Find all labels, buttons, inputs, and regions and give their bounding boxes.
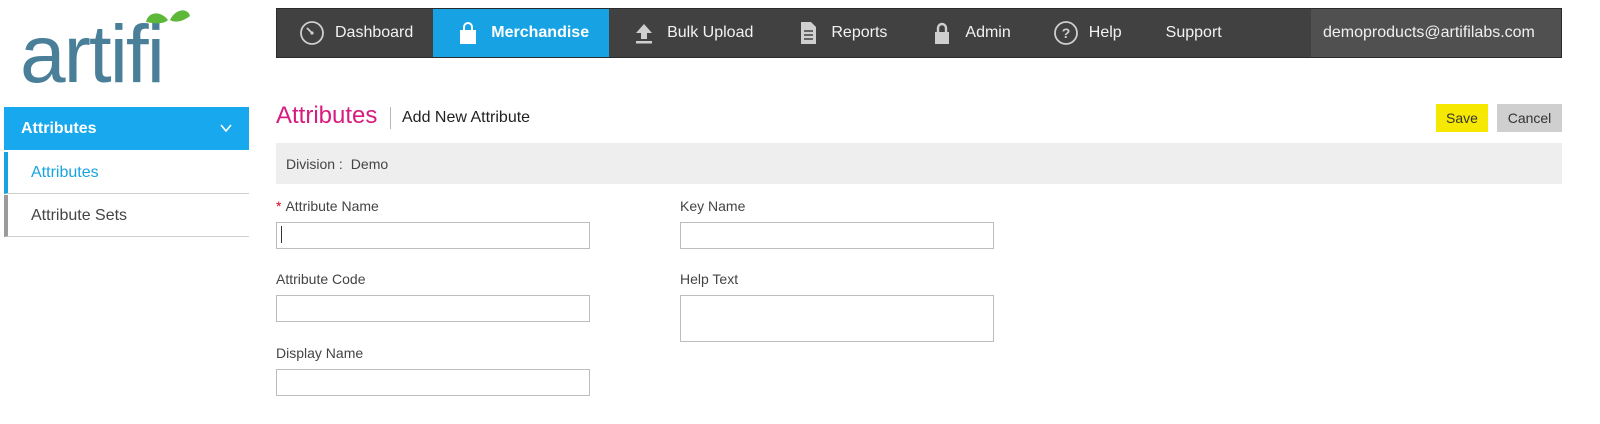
nav-dashboard-label: Dashboard — [335, 24, 414, 41]
nav-help[interactable]: ? Help — [1031, 9, 1142, 57]
speedometer-icon — [299, 20, 325, 46]
nav-dashboard[interactable]: Dashboard — [277, 9, 433, 57]
user-account-menu[interactable]: demoproducts@artifilabs.com — [1311, 9, 1561, 57]
user-email: demoproducts@artifilabs.com — [1323, 24, 1535, 41]
page-subtitle: Add New Attribute — [402, 109, 531, 126]
save-button[interactable]: Save — [1436, 104, 1488, 132]
sidebar-section-attributes[interactable]: Attributes — [4, 107, 249, 150]
upload-icon — [631, 20, 657, 46]
nav-reports-label: Reports — [831, 24, 888, 41]
nav-admin[interactable]: Admin — [907, 9, 1030, 57]
key-name-input[interactable] — [680, 222, 994, 249]
attribute-name-input[interactable] — [276, 222, 590, 249]
top-navigation: Dashboard Merchandise Bulk Upload Report… — [276, 8, 1562, 58]
nav-bulk-upload[interactable]: Bulk Upload — [609, 9, 773, 57]
lock-icon — [929, 20, 955, 46]
document-icon — [795, 20, 821, 46]
division-label: Division : — [286, 155, 343, 172]
chevron-down-icon — [220, 124, 232, 133]
question-circle-icon: ? — [1053, 20, 1079, 46]
sidebar-item-attributes[interactable]: Attributes — [4, 152, 249, 194]
sidebar-section-title: Attributes — [21, 119, 97, 137]
display-name-input[interactable] — [276, 369, 590, 396]
division-bar: Division : Demo — [276, 143, 1562, 184]
svg-text:artifi: artifi — [20, 9, 163, 90]
nav-merchandise[interactable]: Merchandise — [433, 9, 610, 57]
title-divider — [390, 107, 391, 129]
shopping-bag-icon — [455, 20, 481, 46]
attribute-code-input[interactable] — [276, 295, 590, 322]
nav-support[interactable]: Support — [1142, 9, 1242, 57]
nav-help-label: Help — [1088, 24, 1122, 41]
nav-merchandise-label: Merchandise — [491, 24, 590, 41]
sidebar-item-label: Attributes — [31, 163, 99, 181]
artifi-logo-graphic: artifi — [20, 9, 190, 100]
required-asterisk: * — [276, 198, 282, 214]
nav-support-label: Support — [1165, 24, 1222, 41]
sidebar-item-label: Attribute Sets — [31, 206, 128, 224]
svg-text:?: ? — [1061, 25, 1070, 41]
nav-reports[interactable]: Reports — [773, 9, 907, 57]
artifi-logo[interactable]: artifi — [20, 6, 225, 100]
nav-admin-label: Admin — [965, 24, 1011, 41]
text-cursor — [281, 226, 282, 243]
attribute-name-label: * Attribute Name — [276, 198, 379, 214]
help-text-textarea[interactable] — [680, 295, 994, 342]
display-name-label: Display Name — [276, 345, 364, 361]
sidebar-item-attribute-sets[interactable]: Attribute Sets — [4, 195, 249, 237]
attribute-name-label-text: Attribute Name — [285, 198, 379, 214]
key-name-label: Key Name — [680, 198, 746, 214]
division-value: Demo — [350, 155, 389, 172]
nav-bulk-upload-label: Bulk Upload — [667, 24, 754, 41]
help-text-label: Help Text — [680, 271, 739, 287]
cancel-button[interactable]: Cancel — [1497, 104, 1562, 132]
attribute-code-label: Attribute Code — [276, 271, 366, 287]
page-title: Attributes — [276, 102, 378, 129]
